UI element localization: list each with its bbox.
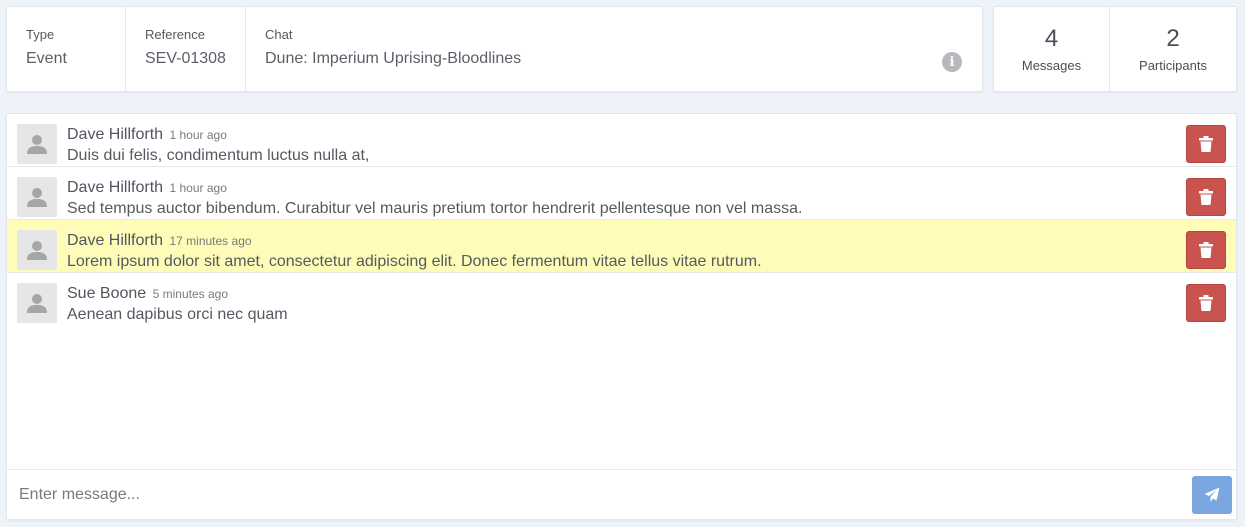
message-composer <box>7 469 1236 519</box>
message-body: Dave Hillforth 1 hour ago Sed tempus auc… <box>67 179 802 218</box>
message-time: 1 hour ago <box>169 128 227 142</box>
message-text: Aenean dapibus orci nec quam <box>67 306 288 323</box>
reference-label: Reference <box>145 27 205 42</box>
delete-message-button[interactable] <box>1186 178 1226 216</box>
message-input[interactable] <box>7 470 1192 519</box>
type-cell: Type Event <box>7 7 126 91</box>
messages-count: 4 <box>1044 25 1059 52</box>
delete-message-button[interactable] <box>1186 284 1226 322</box>
chat-label: Chat <box>265 27 293 42</box>
user-icon <box>17 230 57 270</box>
send-button[interactable] <box>1192 475 1232 514</box>
participants-stat: 2 Participants <box>1110 7 1236 91</box>
chat-cell: Chat Dune: Imperium Uprising-Bloodlines … <box>246 7 982 91</box>
message-list: Dave Hillforth 1 hour ago Duis dui felis… <box>7 114 1236 326</box>
user-icon <box>17 283 57 323</box>
message-body: Dave Hillforth 17 minutes ago Lorem ipsu… <box>67 232 762 271</box>
message-author: Dave Hillforth <box>67 179 164 196</box>
user-icon <box>17 177 57 217</box>
trash-icon <box>1199 295 1213 311</box>
reference-cell: Reference SEV-01308 <box>126 7 246 91</box>
delete-message-button[interactable] <box>1186 231 1226 269</box>
paper-plane-icon <box>1204 487 1220 502</box>
trash-icon <box>1199 136 1213 152</box>
messages-stat: 4 Messages <box>994 7 1110 91</box>
message-item: Dave Hillforth 1 hour ago Sed tempus auc… <box>7 167 1236 220</box>
message-author: Dave Hillforth <box>67 126 164 143</box>
message-time: 1 hour ago <box>169 181 227 195</box>
user-icon <box>17 124 57 164</box>
message-panel: Dave Hillforth 1 hour ago Duis dui felis… <box>6 113 1237 520</box>
participants-count: 2 <box>1166 25 1180 52</box>
delete-message-button[interactable] <box>1186 125 1226 163</box>
message-text: Sed tempus auctor bibendum. Curabitur ve… <box>67 200 803 217</box>
message-item: Sue Boone 5 minutes ago Aenean dapibus o… <box>7 273 1236 326</box>
chat-info-card: Type Event Reference SEV-01308 Chat Dune… <box>6 6 983 92</box>
message-text: Lorem ipsum dolor sit amet, consectetur … <box>67 253 762 270</box>
message-author: Sue Boone <box>67 285 147 302</box>
message-time: 5 minutes ago <box>152 287 229 301</box>
type-label: Type <box>26 27 55 42</box>
message-body: Sue Boone 5 minutes ago Aenean dapibus o… <box>67 285 288 324</box>
trash-icon <box>1199 242 1213 258</box>
type-value: Event <box>26 50 67 67</box>
message-item: Dave Hillforth 1 hour ago Duis dui felis… <box>7 114 1236 167</box>
trash-icon <box>1199 189 1213 205</box>
message-time: 17 minutes ago <box>169 234 252 248</box>
message-body: Dave Hillforth 1 hour ago Duis dui felis… <box>67 126 369 165</box>
reference-value: SEV-01308 <box>145 50 226 67</box>
chat-stats-card: 4 Messages 2 Participants <box>993 6 1237 92</box>
message-text: Duis dui felis, condimentum luctus nulla… <box>67 147 370 164</box>
message-author: Dave Hillforth <box>67 232 164 249</box>
message-item-highlighted: Dave Hillforth 17 minutes ago Lorem ipsu… <box>7 220 1236 273</box>
messages-label: Messages <box>1021 58 1082 73</box>
info-icon[interactable]: i <box>942 52 962 72</box>
participants-label: Participants <box>1139 58 1207 73</box>
chat-title: Dune: Imperium Uprising-Bloodlines <box>265 50 522 67</box>
